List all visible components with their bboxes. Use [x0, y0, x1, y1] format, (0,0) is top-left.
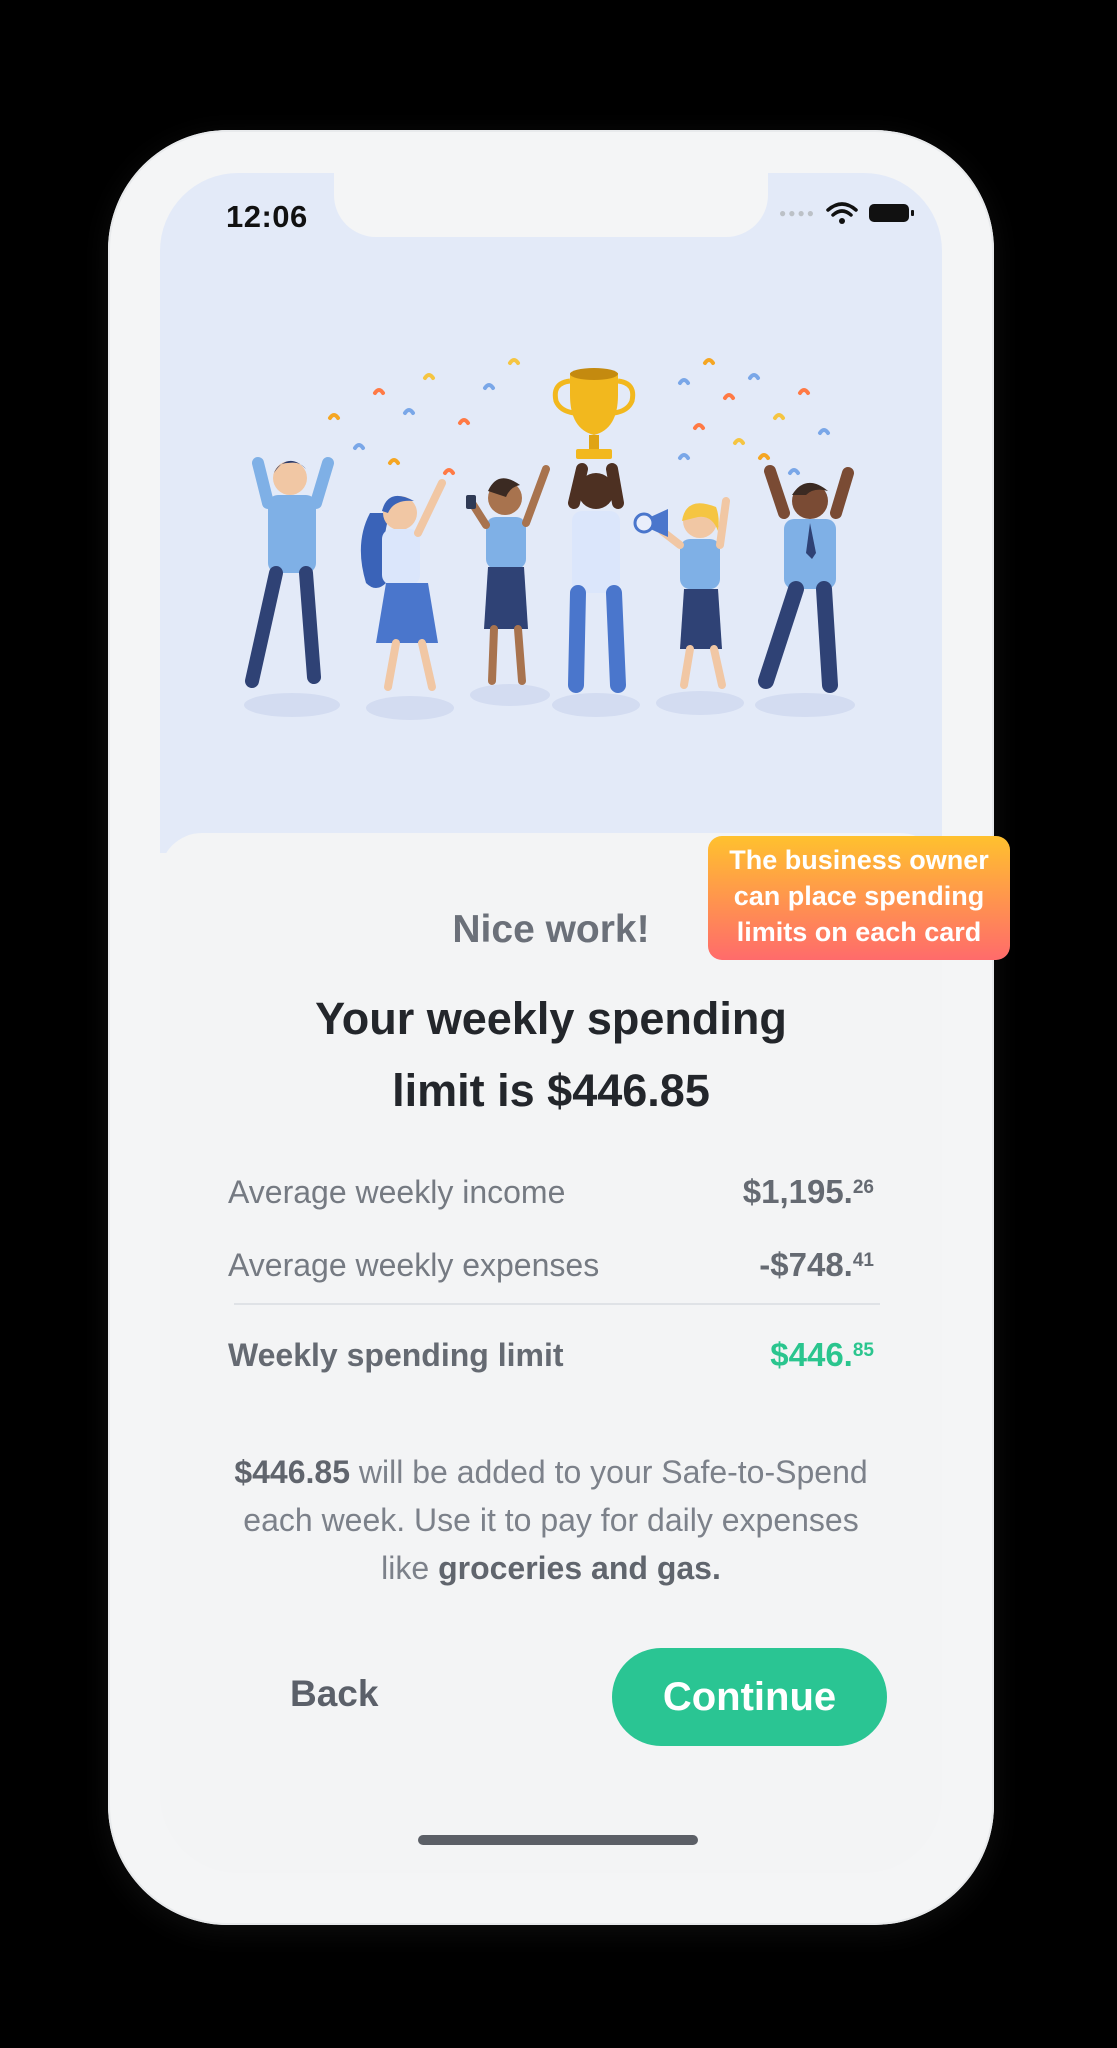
info-text: $446.85 will be added to your Safe-to-Sp…: [220, 1448, 882, 1592]
person-figure: [466, 465, 550, 685]
expenses-row: Average weekly expenses -$748.41: [228, 1246, 874, 1284]
person-figure: [568, 463, 626, 693]
person-figure: [245, 457, 334, 688]
notch: [334, 173, 768, 237]
divider: [234, 1303, 880, 1305]
celebration-illustration: [244, 358, 855, 720]
income-label: Average weekly income: [228, 1174, 566, 1210]
expenses-label: Average weekly expenses: [228, 1247, 600, 1283]
person-figure: [758, 465, 854, 693]
limit-row: Weekly spending limit $446.85: [228, 1336, 874, 1374]
limit-amount: $446.85: [770, 1336, 874, 1373]
status-icons: ●●●●: [779, 201, 916, 225]
spending-limit-headline: Your weekly spending limit is $446.85: [230, 983, 872, 1127]
income-row: Average weekly income $1,195.26: [228, 1173, 874, 1211]
person-figure: [360, 479, 446, 691]
celebration-banner: [160, 173, 942, 853]
signal-dots-icon: ●●●●: [779, 206, 816, 220]
income-amount: $1,195.26: [742, 1173, 874, 1210]
trophy-icon: [552, 368, 636, 459]
app-screen: 12:06 ●●●● Nice work! Your weekly spendi…: [160, 173, 942, 1873]
continue-button[interactable]: Continue: [612, 1648, 887, 1746]
home-indicator: [418, 1835, 698, 1845]
expenses-amount: -$748.41: [759, 1246, 874, 1283]
limit-label: Weekly spending limit: [228, 1337, 564, 1373]
info-amount: $446.85: [234, 1454, 350, 1490]
phone-frame: 12:06 ●●●● Nice work! Your weekly spendi…: [108, 130, 994, 1925]
person-figure: [633, 497, 730, 689]
battery-icon: [869, 204, 914, 222]
back-button[interactable]: Back: [290, 1673, 378, 1715]
status-time: 12:06: [226, 199, 308, 234]
annotation-callout: The business owner can place spending li…: [708, 836, 1010, 960]
info-emphasis: groceries and gas.: [438, 1550, 721, 1586]
headline-line-1: Your weekly spending: [315, 993, 787, 1044]
headline-line-2: limit is $446.85: [392, 1065, 710, 1116]
wifi-icon: [826, 202, 858, 224]
